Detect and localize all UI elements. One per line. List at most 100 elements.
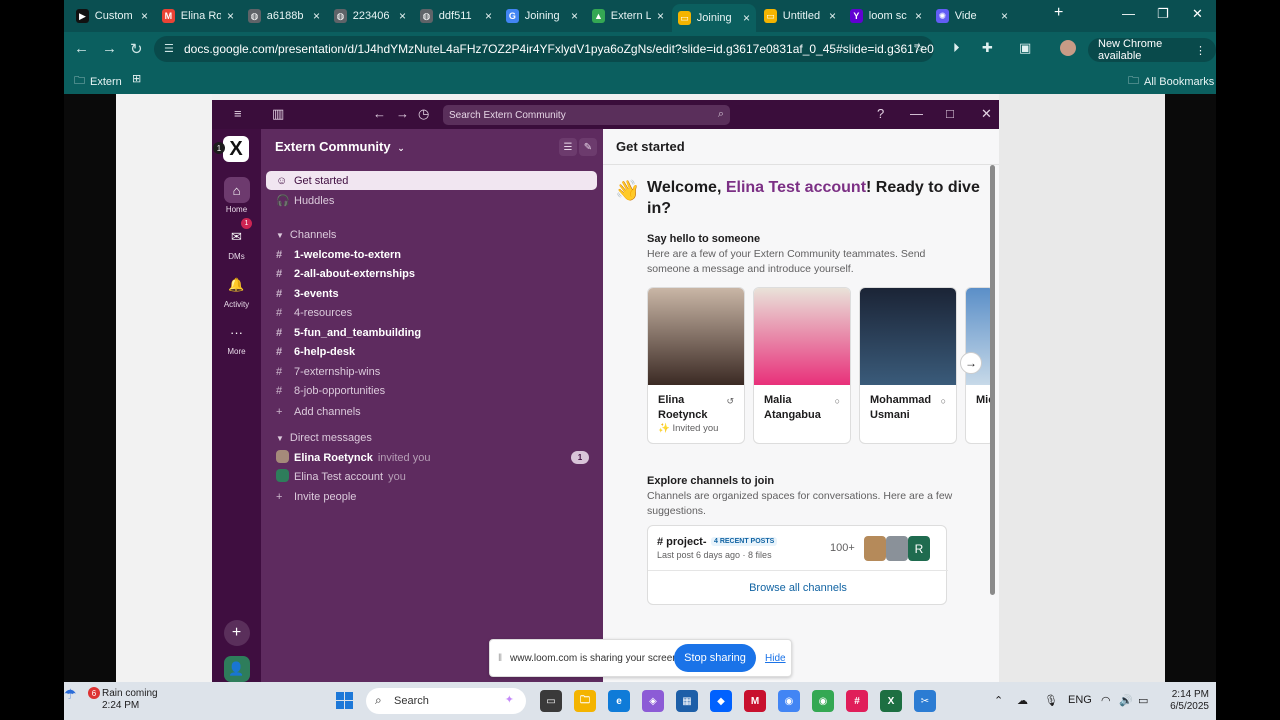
snipping-tool-icon[interactable]: ✂ xyxy=(914,690,936,712)
weather-widget[interactable]: Rain coming 2:24 PM xyxy=(102,688,158,712)
apps-grid-icon[interactable]: ⊞ xyxy=(132,72,141,85)
forward-arrow-icon[interactable]: → xyxy=(396,106,409,121)
slack-close-icon[interactable]: ✕ xyxy=(981,106,992,122)
sidebar-channel[interactable]: #8-job-opportunities xyxy=(266,382,597,401)
tab-close-icon[interactable]: × xyxy=(1001,9,1008,23)
taskbar-search[interactable]: ⌕ Search ✦ xyxy=(366,688,526,714)
chrome-profile-icon[interactable]: ◉ xyxy=(812,690,834,712)
microphone-icon[interactable]: 🎙 xyxy=(1044,694,1058,707)
invite-people-button[interactable]: + Invite people xyxy=(266,487,597,506)
history-icon[interactable]: ◷ xyxy=(418,106,429,122)
mcafee-icon[interactable]: M xyxy=(744,690,766,712)
minimize-window-icon[interactable]: — xyxy=(1122,6,1135,21)
teammate-card[interactable]: Malia Atangabua ○ xyxy=(753,287,851,444)
sidebar-channel[interactable]: #7-externship-wins xyxy=(266,362,597,381)
sidebar-channel[interactable]: #5-fun_and_teambuilding xyxy=(266,323,597,342)
browser-tab[interactable]: ▭ Untitled × xyxy=(758,4,842,28)
drag-handle-icon[interactable]: ‖ xyxy=(498,653,502,664)
store-icon[interactable]: ▦ xyxy=(676,690,698,712)
browser-tab[interactable]: ▲ Extern L × xyxy=(586,4,670,28)
sidebar-channel[interactable]: #4-resources xyxy=(266,304,597,323)
bookmark-extern[interactable]: 🗀 Extern xyxy=(74,72,122,91)
back-icon[interactable]: ← xyxy=(74,40,89,57)
back-arrow-icon[interactable]: ← xyxy=(373,106,386,121)
bookmark-star-icon[interactable]: ☆ xyxy=(913,40,925,56)
url-bar[interactable]: ☰ docs.google.com/presentation/d/1J4hdYM… xyxy=(154,36,934,62)
browser-tab[interactable]: M Elina Ro × xyxy=(156,4,240,28)
wifi-icon[interactable]: ◠ xyxy=(1101,694,1111,707)
cloud-icon[interactable]: ☁ xyxy=(1017,694,1028,707)
extensions-icon[interactable]: ✚ xyxy=(982,40,993,56)
volume-icon[interactable]: 🔊 xyxy=(1119,694,1133,707)
hamburger-icon[interactable]: ≡ xyxy=(234,106,242,121)
new-tab-icon[interactable]: + xyxy=(1054,4,1063,22)
tab-close-icon[interactable]: × xyxy=(743,11,750,25)
tab-close-icon[interactable]: × xyxy=(399,9,406,23)
sidebar-channel[interactable]: #6-help-desk xyxy=(266,343,597,362)
browser-tab[interactable]: ▭ Joining × xyxy=(672,4,756,32)
sidebar-toggle-icon[interactable]: ▥ xyxy=(272,106,284,122)
pane-scrollbar[interactable] xyxy=(990,165,995,595)
sidebar-channel[interactable]: #1-welcome-to-extern xyxy=(266,245,597,264)
browser-tab[interactable]: G Joining × xyxy=(500,4,584,28)
tray-overflow-icon[interactable]: ⌃ xyxy=(994,694,1003,707)
slack-search-input[interactable]: Search Extern Community ⌕ xyxy=(443,105,730,125)
tab-close-icon[interactable]: × xyxy=(485,9,492,23)
browser-tab[interactable]: ◍ a6188b × xyxy=(242,4,326,28)
browser-tab[interactable]: Yloom sc × xyxy=(844,4,928,28)
add-workspace-button[interactable]: + xyxy=(212,620,261,648)
copilot-icon[interactable]: ◈ xyxy=(642,690,664,712)
rail-item-dms[interactable]: ✉ DMs 1 xyxy=(212,218,261,261)
add-channels-button[interactable]: + Add channels xyxy=(266,402,597,421)
sidebar-channel[interactable]: #2-all-about-externships xyxy=(266,265,597,284)
browse-all-channels-link[interactable]: Browse all channels xyxy=(648,582,948,594)
browser-tab[interactable]: ▶ Custom × xyxy=(70,4,154,28)
weather-icon[interactable]: ☂ xyxy=(64,686,77,703)
workspace-name[interactable]: Extern Community ⌄ xyxy=(275,139,405,154)
sidebar-item-huddles[interactable]: 🎧 Huddles xyxy=(266,191,597,210)
teammate-card[interactable]: Mohammad Usmani ○ xyxy=(859,287,957,444)
tab-close-icon[interactable]: × xyxy=(829,9,836,23)
hide-link[interactable]: Hide xyxy=(765,653,786,664)
close-window-icon[interactable]: ✕ xyxy=(1192,6,1203,22)
profile-avatar[interactable] xyxy=(1060,40,1076,56)
task-view-icon[interactable]: ▭ xyxy=(540,690,562,712)
filter-icon[interactable]: ☰ xyxy=(559,138,577,156)
sidebar-dm[interactable]: Elina Test account you xyxy=(266,468,597,487)
file-explorer-icon[interactable]: 🗀 xyxy=(574,690,596,712)
browser-tab[interactable]: ✺ Vide × xyxy=(930,4,1014,28)
slack-maximize-icon[interactable]: □ xyxy=(946,106,954,121)
new-chrome-button[interactable]: New Chrome available ⋮ xyxy=(1088,38,1216,62)
dm-section-header[interactable]: ▼ Direct messages xyxy=(276,432,372,444)
forward-icon[interactable]: → xyxy=(102,40,117,57)
browser-tab[interactable]: ◍ ddf511 × xyxy=(414,4,498,28)
rail-item-more[interactable]: ··· More xyxy=(212,319,261,357)
user-avatar[interactable]: 👤 xyxy=(212,656,261,682)
slack-app-icon[interactable]: # xyxy=(846,690,868,712)
carousel-next-button[interactable]: → xyxy=(960,352,982,374)
tab-close-icon[interactable]: × xyxy=(141,9,148,23)
taskbar-clock[interactable]: 2:14 PM 6/5/2025 xyxy=(1159,689,1209,713)
restore-window-icon[interactable]: ❐ xyxy=(1157,6,1169,22)
help-icon[interactable]: ? xyxy=(877,106,884,121)
channels-section-header[interactable]: ▼ Channels xyxy=(276,229,336,241)
tab-close-icon[interactable]: × xyxy=(915,9,922,23)
dropbox-icon[interactable]: ◆ xyxy=(710,690,732,712)
excel-icon[interactable]: X xyxy=(880,690,902,712)
all-bookmarks[interactable]: 🗀 All Bookmarks xyxy=(1128,72,1214,91)
slack-minimize-icon[interactable]: — xyxy=(910,106,923,121)
sidebar-dm[interactable]: Elina Roetynck invited you 1 xyxy=(266,448,597,467)
rail-item-activity[interactable]: 🔔 Activity xyxy=(212,272,261,309)
start-button[interactable] xyxy=(336,692,353,709)
teammate-card[interactable]: Elina Roetynck ↺ ✨ Invited you xyxy=(647,287,745,444)
chrome-icon[interactable]: ◉ xyxy=(778,690,800,712)
workspace-logo[interactable]: X xyxy=(223,136,249,162)
sidebar-item-get-started[interactable]: ☺ Get started xyxy=(266,171,597,190)
rail-item-home[interactable]: ⌂ Home xyxy=(212,177,261,214)
site-info-icon[interactable]: ☰ xyxy=(164,42,176,55)
media-icon[interactable]: ⏵ xyxy=(953,40,960,56)
tab-close-icon[interactable]: × xyxy=(657,9,664,23)
cast-icon[interactable]: ▣ xyxy=(1019,40,1031,56)
suggested-channel-card[interactable]: # project- 4 RECENT POSTS Last post 6 da… xyxy=(647,525,948,605)
compose-icon[interactable]: ✎ xyxy=(579,138,597,156)
